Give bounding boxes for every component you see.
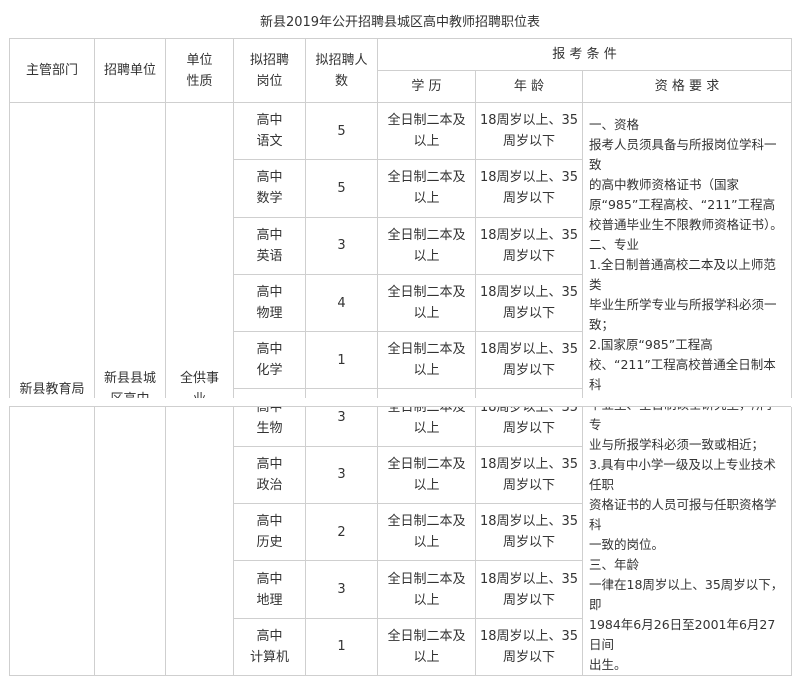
cell-age: 18周岁以上、35 周岁以下 (475, 331, 583, 390)
qualification-line: 校普通毕业生不限教师资格证书）。 (589, 217, 783, 232)
qualification-line: 2.国家原“985”工程高 (589, 337, 713, 352)
cell-post: 高中 地理 (233, 560, 306, 619)
cell-education: 全日制二本及 以上 (377, 273, 476, 333)
cell-education: 全日制二本及 以上 (377, 503, 476, 562)
cell-age: 18周岁以上、35 周岁以下 (475, 273, 583, 333)
cell-nature: 全供事业 (165, 102, 234, 676)
cell-count: 5 (305, 101, 378, 161)
cell-post: 高中 英语 (233, 216, 306, 275)
cell-education: 全日制二本及 以上 (377, 331, 476, 390)
cell-count: 3 (305, 216, 378, 275)
header-count: 拟招聘人数 (305, 38, 378, 103)
header-education: 学 历 (377, 70, 476, 103)
cell-education: 全日制二本及 以上 (377, 445, 476, 505)
header-post: 拟招聘 岗位 (233, 38, 306, 103)
qualification-line: 1984年6月26日至2001年6月27日间 (589, 617, 776, 652)
cell-qualification: 一、资格 报考人员须具备与所报岗位学科一致 的高中教师资格证书（国家 原“985… (581, 102, 793, 676)
header-conditions: 报 考 条 件 (376, 38, 793, 71)
qualification-line: 出生。 (589, 657, 627, 672)
cell-count: 1 (305, 617, 378, 676)
qualification-line: 一律在18周岁以上、35周岁以下，即 (589, 577, 784, 612)
cell-count: 3 (305, 445, 378, 505)
cell-count: 4 (305, 273, 378, 333)
header-unit: 招聘单位 (94, 38, 166, 103)
qualification-line: 业与所报学科必须一致或相近； (589, 437, 765, 452)
qualification-line: 二、专业 (589, 237, 640, 252)
header-dept: 主管部门 (9, 38, 95, 103)
qualification-line: 报考人员须具备与所报岗位学科一致 (589, 137, 777, 172)
header-qualification: 资 格 要 求 (581, 70, 793, 103)
cell-age: 18周岁以上、35 周岁以下 (475, 101, 583, 161)
header-nature: 单位 性质 (165, 38, 234, 103)
cell-age: 18周岁以上、35 周岁以下 (475, 617, 583, 676)
cell-age: 18周岁以上、35 周岁以下 (475, 445, 583, 505)
qualification-line: 的高中教师资格证书（国家 (589, 177, 740, 192)
cell-dept: 新县教育局 (9, 102, 95, 676)
qualification-line: 毕业生所学专业与所报学科必须一 (589, 297, 777, 312)
cell-post: 高中 化学 (233, 331, 306, 390)
cell-age: 18周岁以上、35 周岁以下 (475, 159, 583, 218)
cell-education: 全日制二本及 以上 (377, 159, 476, 218)
cell-count: 5 (305, 159, 378, 218)
qualification-line: 资格证书的人员可报与任职资格学科 (589, 497, 777, 532)
cell-age: 18周岁以上、35 周岁以下 (475, 560, 583, 619)
qualification-line: 3.具有中小学一级及以上专业技术任职 (589, 457, 776, 492)
qualification-line: 三、年龄 (589, 557, 640, 572)
cell-post: 高中 数学 (233, 159, 306, 218)
qualification-line: 原“985”工程高校、“211”工程高 (589, 197, 776, 212)
cell-post: 高中 历史 (233, 503, 306, 562)
qualification-line: 一、资格 (589, 117, 640, 132)
qualification-line: 校、“211”工程高校普通全日制本科 (589, 357, 776, 392)
cell-post: 高中 政治 (233, 445, 306, 505)
qualification-line: 致； (589, 317, 615, 332)
table-title: 新县2019年公开招聘县城区高中教师招聘职位表 (259, 15, 541, 30)
cell-unit: 新县县城区高中 (94, 102, 166, 676)
cell-post: 高中 物理 (233, 273, 306, 333)
cell-post: 高中 语文 (233, 101, 306, 161)
cell-age: 18周岁以上、35 周岁以下 (475, 216, 583, 275)
cell-education: 全日制二本及 以上 (377, 617, 476, 676)
cell-age: 18周岁以上、35 周岁以下 (475, 503, 583, 562)
qualification-line: 1.全日制普通高校二本及以上师范类 (589, 257, 776, 292)
header-age: 年 龄 (475, 70, 583, 103)
cell-post: 高中 计算机 (233, 617, 306, 676)
cell-count: 3 (305, 560, 378, 619)
cell-count: 2 (305, 503, 378, 562)
cell-count: 1 (305, 331, 378, 390)
cell-education: 全日制二本及 以上 (377, 216, 476, 275)
table-row: 新县教育局 新县县城区高中 全供事业 高中语文 5 全日制二本及以上 18周岁以… (9, 101, 793, 676)
recruitment-table: 主管部门 招聘单位 单位 性质 拟招聘 岗位 拟招聘人数 报 考 条 件 学 历 年… (9, 38, 793, 676)
qualification-line: 一致的岗位。 (589, 537, 665, 552)
cell-education: 全日制二本及 以上 (377, 560, 476, 619)
cell-education: 全日制二本及 以上 (377, 101, 476, 161)
seam-divider (9, 406, 791, 407)
